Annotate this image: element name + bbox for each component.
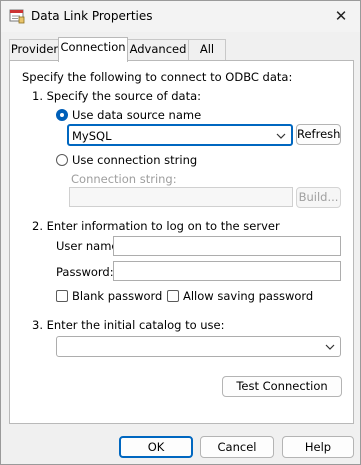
- cancel-label: Cancel: [217, 440, 257, 454]
- dsn-value: MySQL: [72, 129, 112, 143]
- ok-label: OK: [147, 440, 165, 454]
- step3-label: 3. Enter the initial catalog to use:: [32, 318, 225, 332]
- help-label: Help: [304, 440, 332, 454]
- tab-all[interactable]: All: [188, 39, 226, 60]
- tab-label: Connection: [60, 40, 126, 54]
- cancel-button[interactable]: Cancel: [200, 436, 274, 458]
- password-label: Password:: [56, 265, 114, 279]
- refresh-button[interactable]: Refresh: [296, 124, 341, 145]
- dsn-combobox[interactable]: MySQL: [67, 124, 293, 146]
- test-connection-label: Test Connection: [236, 379, 328, 393]
- allow-saving-password-checkbox[interactable]: [167, 290, 179, 302]
- use-connection-string-label[interactable]: Use connection string: [72, 153, 197, 167]
- refresh-label: Refresh: [297, 127, 341, 141]
- dialog-footer: OK Cancel Help: [1, 432, 360, 464]
- dialog-window: Data Link Properties ✕ Provider Connecti…: [0, 0, 361, 465]
- tab-connection[interactable]: Connection: [58, 37, 128, 62]
- use-dsn-label[interactable]: Use data source name: [72, 108, 201, 122]
- title-bar: Data Link Properties ✕: [1, 1, 360, 32]
- help-button[interactable]: Help: [282, 436, 354, 458]
- close-button[interactable]: ✕: [322, 1, 360, 32]
- use-connection-string-radio[interactable]: [56, 154, 68, 166]
- password-input[interactable]: [113, 261, 341, 281]
- use-dsn-radio[interactable]: [56, 109, 68, 121]
- test-connection-button[interactable]: Test Connection: [222, 376, 342, 397]
- blank-password-label[interactable]: Blank password: [72, 289, 162, 303]
- connection-string-label: Connection string:: [71, 172, 177, 186]
- tab-strip: Provider Connection Advanced All: [9, 37, 352, 62]
- connection-string-input[interactable]: [69, 187, 293, 207]
- tab-provider[interactable]: Provider: [9, 39, 60, 60]
- initial-catalog-combobox[interactable]: [56, 336, 341, 357]
- tab-label: All: [199, 42, 215, 56]
- intro-label: Specify the following to connect to ODBC…: [22, 70, 293, 84]
- build-label: Build...: [298, 190, 339, 204]
- blank-password-checkbox[interactable]: [56, 290, 68, 302]
- step1-label: 1. Specify the source of data:: [32, 89, 202, 103]
- chevron-down-icon: [325, 344, 335, 350]
- chevron-down-icon: [276, 133, 286, 139]
- close-icon: ✕: [334, 7, 348, 25]
- window-title: Data Link Properties: [31, 9, 153, 23]
- username-input[interactable]: [113, 236, 341, 256]
- build-button[interactable]: Build...: [296, 187, 341, 208]
- tab-label: Advanced: [129, 42, 187, 56]
- datalink-icon: [9, 9, 25, 24]
- tab-label: Provider: [10, 42, 59, 56]
- allow-saving-password-label[interactable]: Allow saving password: [183, 289, 313, 303]
- tab-advanced[interactable]: Advanced: [126, 39, 190, 60]
- ok-button[interactable]: OK: [119, 436, 193, 458]
- connection-panel: Specify the following to connect to ODBC…: [9, 60, 354, 424]
- step2-label: 2. Enter information to log on to the se…: [32, 219, 280, 233]
